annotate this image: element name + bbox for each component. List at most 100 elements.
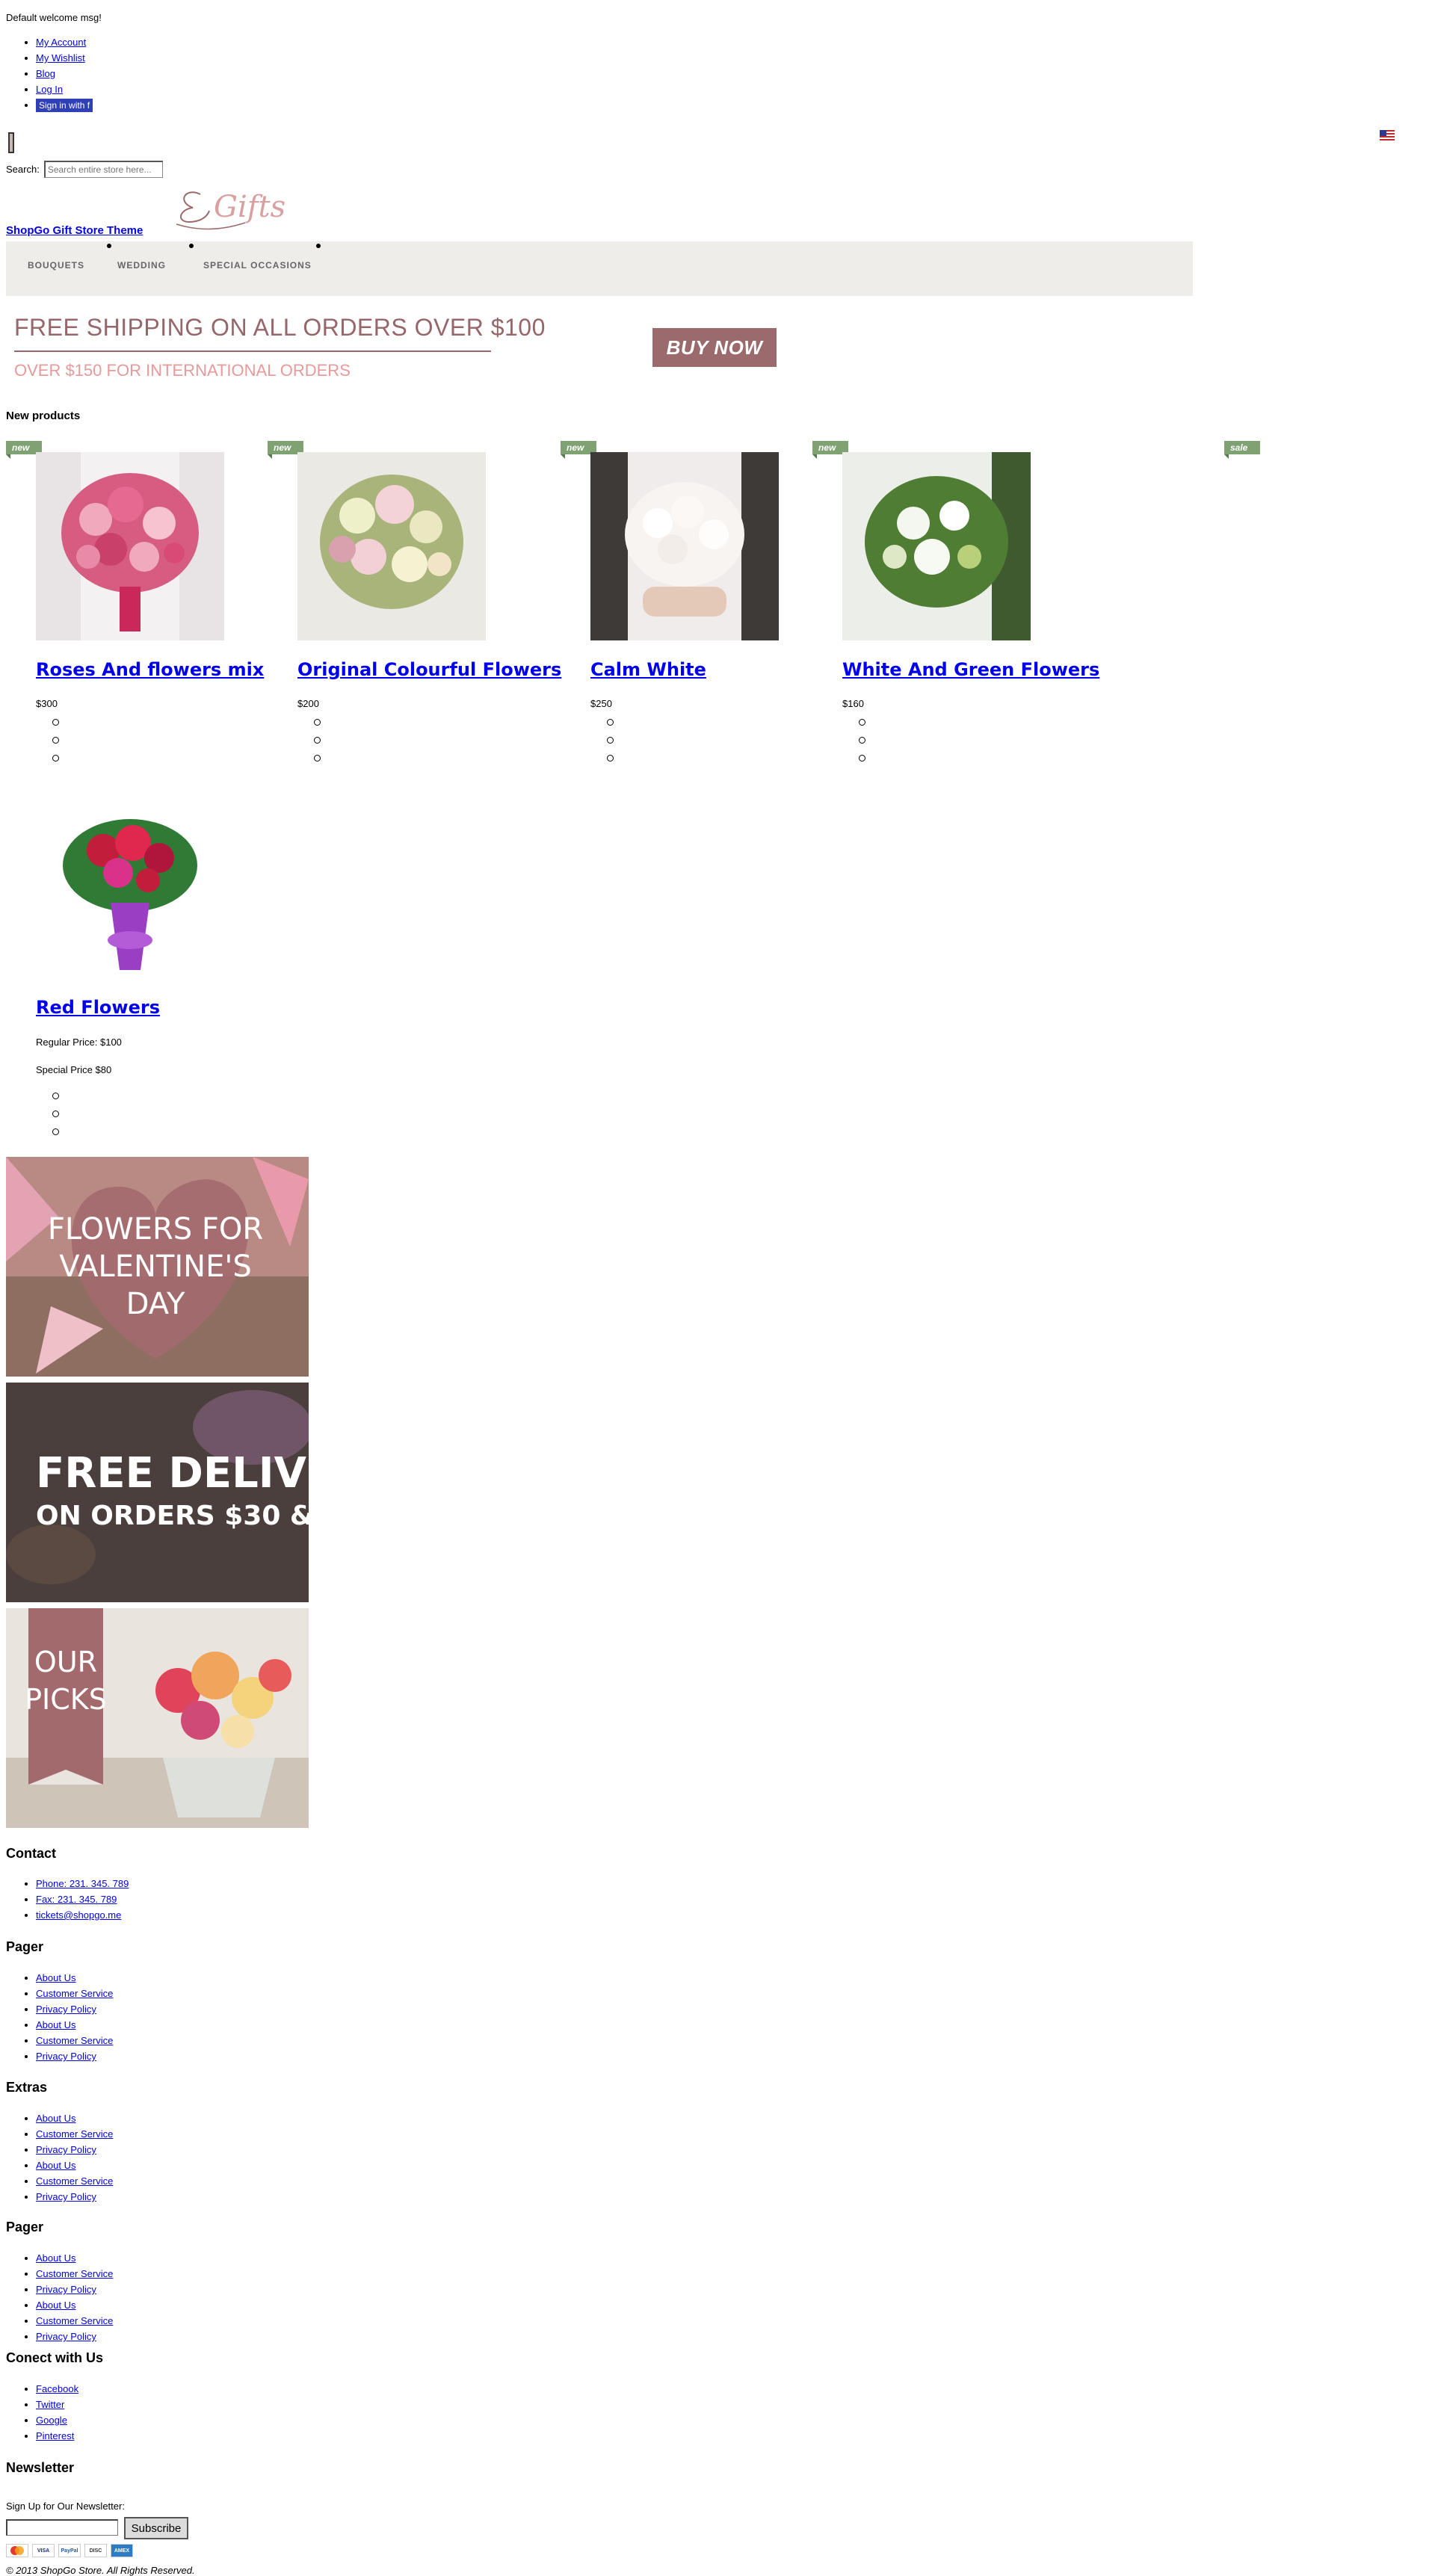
my-wishlist-link[interactable]: My Wishlist xyxy=(36,52,85,64)
paypal-icon: PayPal xyxy=(58,2544,81,2557)
valentines-banner[interactable]: FLOWERS FOR VALENTINE'S DAY xyxy=(6,1157,309,1377)
buy-now-button[interactable]: BUY NOW xyxy=(652,328,777,367)
blog-link[interactable]: Blog xyxy=(36,68,55,79)
rating-circle xyxy=(52,1093,59,1099)
banner-line: DAY xyxy=(126,1287,185,1321)
rating-circle xyxy=(859,737,865,744)
contact-list: Phone: 231. 345. 789 Fax: 231. 345. 789 … xyxy=(6,1876,129,1923)
banner-line: ON ORDERS $30 & UP xyxy=(36,1501,309,1531)
newsletter-email-input[interactable] xyxy=(6,2519,118,2536)
login-link[interactable]: Log In xyxy=(36,84,63,95)
special-price: Special Price $80 xyxy=(36,1064,112,1075)
product-image-white-green[interactable] xyxy=(842,452,1031,640)
about-us-link[interactable]: About Us xyxy=(36,2019,75,2030)
rating-circle xyxy=(314,737,321,744)
rating-circle xyxy=(859,755,865,762)
nav-bouquets[interactable]: BOUQUETS xyxy=(28,260,84,271)
promo-title: FREE SHIPPING ON ALL ORDERS OVER $100 xyxy=(14,314,546,341)
our-picks-banner[interactable]: OUR PICKS xyxy=(6,1608,309,1828)
fax-link[interactable]: Fax: 231. 345. 789 xyxy=(36,1894,117,1905)
rating-circle xyxy=(314,755,321,762)
mastercard-icon xyxy=(6,2544,28,2557)
banner-line: FLOWERS FOR xyxy=(48,1212,263,1247)
facebook-login-button[interactable]: Sign in with f xyxy=(36,99,93,112)
phone-link[interactable]: Phone: 231. 345. 789 xyxy=(36,1878,129,1889)
customer-service-link[interactable]: Customer Service xyxy=(36,2315,113,2326)
privacy-policy-link[interactable]: Privacy Policy xyxy=(36,2144,96,2155)
customer-service-link[interactable]: Customer Service xyxy=(36,1988,113,1999)
google-link[interactable]: Google xyxy=(36,2415,67,2426)
social-list: Facebook Twitter Google Pinterest xyxy=(6,2381,78,2444)
newsletter-label: Sign Up for Our Newsletter: xyxy=(6,2501,125,2512)
nav-bullets xyxy=(107,244,321,248)
sale-badge: sale xyxy=(1224,441,1260,459)
nav-special-occasions[interactable]: SPECIAL OCCASIONS xyxy=(203,260,312,271)
product-name[interactable]: Original Colourful Flowers xyxy=(297,659,561,680)
product-link[interactable]: Calm White xyxy=(590,659,706,680)
connect-heading: Conect with Us xyxy=(6,2350,104,2365)
product-image-roses[interactable] xyxy=(36,452,224,640)
privacy-policy-link[interactable]: Privacy Policy xyxy=(36,2004,96,2015)
product-price: $200 xyxy=(297,698,319,709)
email-link[interactable]: tickets@shopgo.me xyxy=(36,1909,121,1921)
search-input[interactable] xyxy=(43,161,163,178)
privacy-policy-link[interactable]: Privacy Policy xyxy=(36,2191,96,2202)
banner-line: FREE DELIVERY xyxy=(36,1449,309,1498)
store-title-link[interactable]: ShopGo Gift Store Theme xyxy=(6,224,143,237)
product-name[interactable]: Roses And flowers mix xyxy=(36,659,264,680)
privacy-policy-link[interactable]: Privacy Policy xyxy=(36,2284,96,2295)
product-link[interactable]: Roses And flowers mix xyxy=(36,659,264,680)
product-image-calm-white[interactable] xyxy=(590,452,779,640)
customer-service-link[interactable]: Customer Service xyxy=(36,2175,113,2187)
product-link[interactable]: Red Flowers xyxy=(36,997,160,1018)
rating-circle xyxy=(52,755,59,762)
my-account-link[interactable]: My Account xyxy=(36,37,86,48)
store-title[interactable]: ShopGo Gift Store Theme xyxy=(6,224,143,237)
product-link[interactable]: Original Colourful Flowers xyxy=(297,659,561,680)
extras-list: About Us Customer Service Privacy Policy… xyxy=(6,2110,113,2205)
about-us-link[interactable]: About Us xyxy=(36,2113,75,2124)
rating-circle xyxy=(52,719,59,726)
customer-service-link[interactable]: Customer Service xyxy=(36,2268,113,2279)
rating-circle xyxy=(859,719,865,726)
privacy-policy-link[interactable]: Privacy Policy xyxy=(36,2331,96,2342)
new-products-title: New products xyxy=(6,410,81,422)
rating-circle xyxy=(52,737,59,744)
gifts-logo[interactable]: Gifts xyxy=(170,179,305,233)
welcome-message: Default welcome msg! xyxy=(6,12,102,23)
rating-circle xyxy=(52,1128,59,1135)
privacy-policy-link[interactable]: Privacy Policy xyxy=(36,2051,96,2062)
product-link[interactable]: White And Green Flowers xyxy=(842,659,1099,680)
language-toggle[interactable] xyxy=(8,132,14,153)
free-delivery-banner[interactable]: FREE DELIVERY ON ORDERS $30 & UP xyxy=(6,1383,309,1602)
product-price: $250 xyxy=(590,698,612,709)
product-image-colourful[interactable] xyxy=(297,452,486,640)
nav-wedding[interactable]: WEDDING xyxy=(117,260,166,271)
about-us-link[interactable]: About Us xyxy=(36,2160,75,2171)
facebook-link[interactable]: Facebook xyxy=(36,2383,78,2394)
contact-heading: Contact xyxy=(6,1846,56,1861)
twitter-link[interactable]: Twitter xyxy=(36,2399,64,2410)
product-image-red-flowers[interactable] xyxy=(36,791,224,979)
product-name[interactable]: Calm White xyxy=(590,659,706,680)
customer-service-link[interactable]: Customer Service xyxy=(36,2128,113,2140)
banner-line: OUR xyxy=(34,1646,97,1678)
rating-circle xyxy=(607,755,614,762)
customer-service-link[interactable]: Customer Service xyxy=(36,2035,113,2046)
us-flag-icon[interactable] xyxy=(1380,130,1395,140)
subscribe-button[interactable]: Subscribe xyxy=(124,2517,188,2539)
rating-circle xyxy=(52,1111,59,1117)
product-price: $160 xyxy=(842,698,864,709)
promo-subtitle: OVER $150 FOR INTERNATIONAL ORDERS xyxy=(14,361,351,380)
amex-icon: AMEX xyxy=(111,2544,133,2557)
product-name[interactable]: Red Flowers xyxy=(36,997,160,1018)
about-us-link[interactable]: About Us xyxy=(36,2252,75,2264)
banner-line: PICKS xyxy=(25,1683,107,1716)
product-name[interactable]: White And Green Flowers xyxy=(842,659,1099,680)
pinterest-link[interactable]: Pinterest xyxy=(36,2430,74,2441)
promo-divider xyxy=(14,350,491,352)
banner-line: VALENTINE'S xyxy=(59,1250,251,1284)
about-us-link[interactable]: About Us xyxy=(36,1972,75,1983)
about-us-link[interactable]: About Us xyxy=(36,2299,75,2311)
regular-price: Regular Price: $100 xyxy=(36,1037,122,1048)
